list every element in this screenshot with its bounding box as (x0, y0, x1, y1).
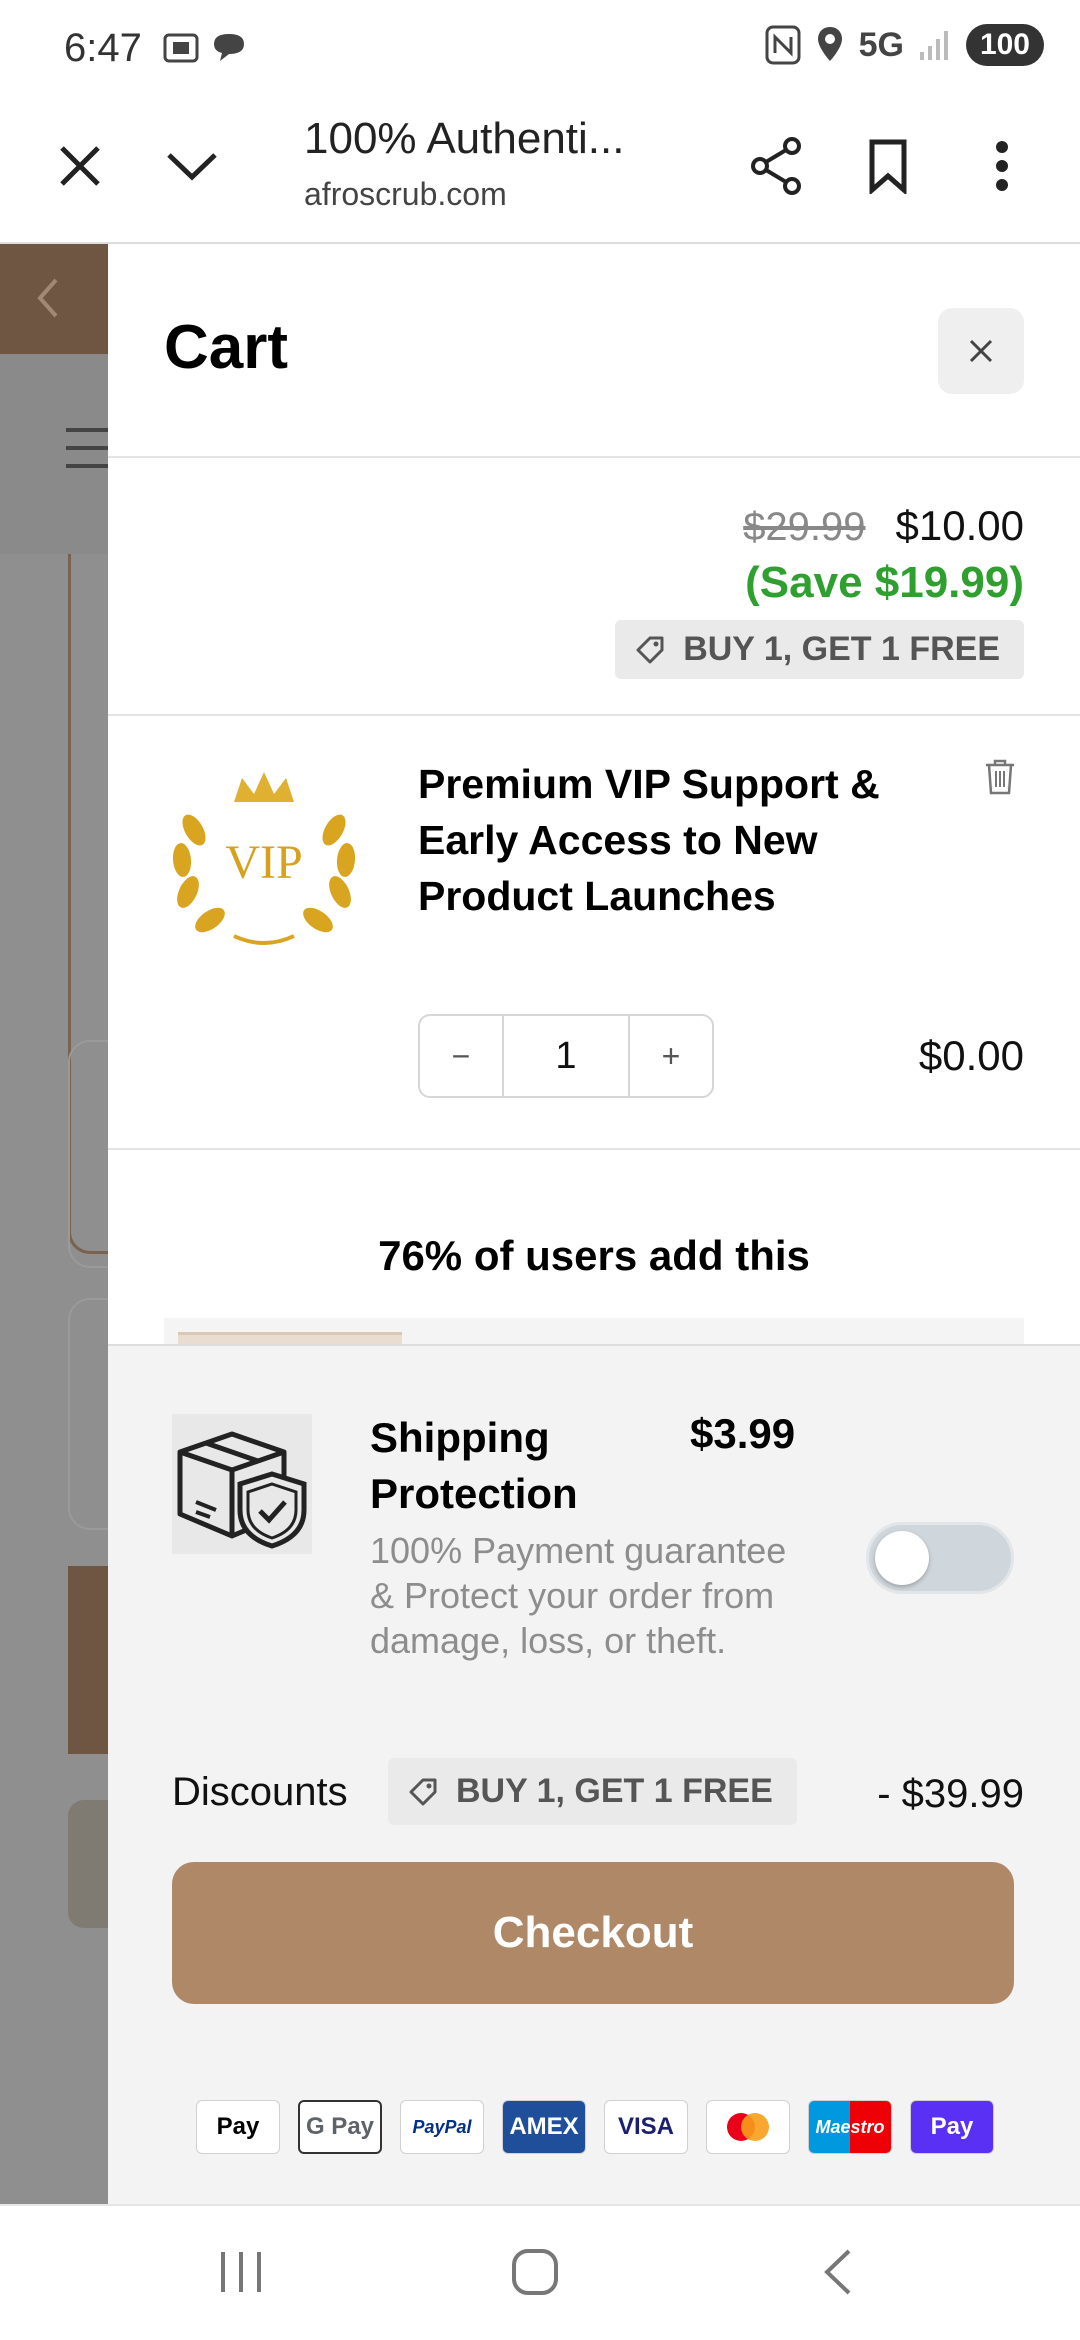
recent-apps-icon (221, 2252, 261, 2292)
discounts-label: Discounts (172, 1770, 348, 1814)
trash-icon[interactable] (984, 758, 1016, 796)
share-icon (751, 137, 801, 195)
back-button[interactable] (792, 2242, 882, 2302)
home-icon (512, 2249, 558, 2295)
recent-apps-button[interactable] (196, 2242, 286, 2302)
checkout-button[interactable]: Checkout (172, 1862, 1014, 2004)
home-button[interactable] (490, 2242, 580, 2302)
chat-bubble-icon (214, 34, 244, 61)
google-pay-badge: G Pay (298, 2100, 382, 2154)
item-price: $0.00 (918, 1032, 1024, 1079)
vip-product-image: VIP (172, 772, 356, 945)
payment-methods: Pay G Pay PayPal AMEX VISA Maestro Pay (196, 2100, 994, 2154)
bookmark-icon (869, 139, 907, 194)
cart-footer: Shipping Protection $3.99 100% Payment g… (108, 1344, 1080, 2204)
minimize-button[interactable] (152, 126, 232, 206)
amex-badge: AMEX (502, 2100, 586, 2154)
offer-tag: BUY 1, GET 1 FREE (615, 620, 1024, 679)
cart-item: $29.99 $10.00 (Save $19.99) BUY 1, GET 1… (108, 460, 1080, 716)
menu-icon (66, 428, 110, 468)
chevron-down-icon (167, 153, 217, 181)
close-icon (60, 146, 100, 186)
system-navigation-bar (0, 2204, 1080, 2340)
shop-pay-badge: Pay (910, 2100, 994, 2154)
background-banner (0, 244, 120, 354)
sale-price: $10.00 (895, 502, 1024, 549)
bookmark-button[interactable] (848, 126, 928, 206)
discount-tag: BUY 1, GET 1 FREE (388, 1758, 797, 1825)
tag-icon (409, 1778, 437, 1805)
paypal-badge: PayPal (400, 2100, 484, 2154)
quantity-value[interactable]: 1 (502, 1016, 630, 1096)
original-price: $29.99 (743, 505, 866, 549)
shipping-protection-toggle[interactable] (866, 1522, 1014, 1594)
savings-text: (Save $19.99) (745, 558, 1024, 607)
mastercard-badge (706, 2100, 790, 2154)
page-url[interactable]: afroscrub.com (304, 176, 507, 213)
increase-quantity-button[interactable]: + (630, 1016, 712, 1096)
offer-tag-label: BUY 1, GET 1 FREE (683, 630, 1000, 668)
battery-indicator: 100 (965, 24, 1044, 66)
shipping-protection-description: 100% Payment guarantee & Protect your or… (370, 1530, 787, 1661)
product-name[interactable]: Premium VIP Support & Early Access to Ne… (418, 756, 958, 924)
more-icon (996, 141, 1008, 191)
quantity-stepper: − 1 + (418, 1014, 714, 1098)
screen: 6:47 5G 100 100% Authenti... afroscrub.c… (0, 0, 1080, 2340)
signal-icon (919, 31, 948, 60)
discount-amount: - $39.99 (877, 1772, 1024, 1816)
shipping-protection-title: Shipping Protection (370, 1414, 578, 1517)
chevron-left-icon (37, 278, 58, 318)
upsell-title: 76% of users add this (378, 1232, 810, 1279)
browser-toolbar: 100% Authenti... afroscrub.com (0, 96, 1080, 244)
shipping-protection-price: $3.99 (690, 1410, 796, 1457)
shipping-protection-icon (172, 1414, 312, 1554)
screenshot-icon (163, 33, 199, 63)
cart-drawer: Cart $29.99 $10.00 (Save $19.99) BUY 1, … (108, 244, 1080, 2204)
visa-badge: VISA (604, 2100, 688, 2154)
discount-tag-label: BUY 1, GET 1 FREE (456, 1772, 773, 1810)
page-title[interactable]: 100% Authenti... (304, 114, 624, 164)
close-icon (969, 339, 993, 363)
apple-pay-badge: Pay (196, 2100, 280, 2154)
share-button[interactable] (736, 126, 816, 206)
network-type: 5G (858, 25, 904, 64)
mastercard-icon (727, 2113, 769, 2141)
decrease-quantity-button[interactable]: − (420, 1016, 502, 1096)
cart-title: Cart (164, 313, 289, 382)
price-row: $29.99 $10.00 (743, 502, 1024, 550)
location-icon (817, 27, 842, 61)
more-options-button[interactable] (962, 126, 1042, 206)
close-cart-button[interactable] (938, 308, 1024, 394)
cart-item: VIP Premium VIP Support & Early Access t… (108, 718, 1080, 1150)
status-bar: 6:47 5G 100 (0, 0, 1080, 96)
vip-image-text: VIP (225, 836, 302, 889)
cart-header: Cart (108, 244, 1080, 458)
tag-icon (636, 636, 664, 663)
status-time: 6:47 (64, 26, 142, 70)
maestro-badge: Maestro (808, 2100, 892, 2154)
background-header (0, 354, 120, 554)
toggle-knob (875, 1531, 929, 1585)
nfc-icon (765, 25, 801, 65)
back-icon (824, 2249, 851, 2295)
close-tab-button[interactable] (40, 126, 120, 206)
